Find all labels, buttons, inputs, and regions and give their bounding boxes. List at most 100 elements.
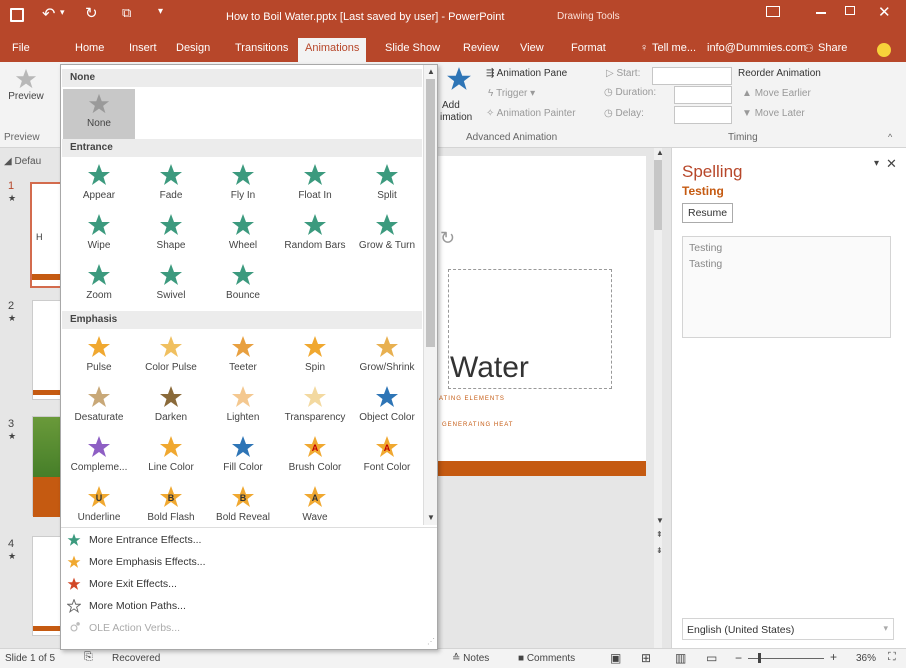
resume-button[interactable]: Resume xyxy=(682,203,734,223)
delay-spinner[interactable] xyxy=(674,106,732,124)
effect-float-in[interactable]: Float In xyxy=(279,159,351,209)
tab-transitions[interactable]: Transitions xyxy=(235,42,288,54)
rotate-handle-icon[interactable]: ↻ xyxy=(440,228,455,249)
effect-bold-flash[interactable]: B Bold Flash xyxy=(135,481,207,531)
undo-icon[interactable]: ↶ xyxy=(42,4,55,24)
effect-wipe[interactable]: Wipe xyxy=(63,209,135,259)
account-name[interactable]: info@Dummies.com xyxy=(707,42,806,54)
move-later-button[interactable]: ▼ Move Later xyxy=(742,108,805,119)
effect-font-color[interactable]: A Font Color xyxy=(351,431,423,481)
gallery-scroll-up-icon[interactable]: ▲ xyxy=(427,67,435,76)
zoom-in-icon[interactable]: + xyxy=(830,650,837,664)
language-select[interactable]: English (United States) ▾ xyxy=(682,618,894,640)
zoom-level[interactable]: 36% xyxy=(856,653,876,664)
resize-grip-icon[interactable]: ⋰ xyxy=(427,637,435,646)
gallery-scroll-thumb[interactable] xyxy=(426,79,435,347)
effect-bounce[interactable]: Bounce xyxy=(207,259,279,309)
zoom-slider[interactable] xyxy=(748,653,824,663)
effect-swivel[interactable]: Swivel xyxy=(135,259,207,309)
slide-thumb-4[interactable] xyxy=(32,536,63,636)
reading-view-icon[interactable]: ▥ xyxy=(675,651,686,665)
effect-teeter[interactable]: Teeter xyxy=(207,331,279,381)
from-beginning-icon[interactable]: ⧉ xyxy=(122,5,131,21)
effect-zoom[interactable]: Zoom xyxy=(63,259,135,309)
zoom-slider-handle[interactable] xyxy=(758,653,761,663)
effect-appear[interactable]: Appear xyxy=(63,159,135,209)
restore-icon[interactable] xyxy=(845,6,855,15)
comments-button[interactable]: ■ Comments xyxy=(518,653,575,664)
gallery-scroll-down-icon[interactable]: ▼ xyxy=(427,513,435,522)
customize-qat-icon[interactable]: ▾ xyxy=(158,6,163,17)
add-animation-button[interactable]: Add imation xyxy=(440,66,474,126)
suggestion-item[interactable]: Testing xyxy=(683,237,890,254)
effect-spin[interactable]: Spin xyxy=(279,331,351,381)
animation-pane-button[interactable]: ⇶ Animation Pane xyxy=(486,68,567,79)
move-earlier-button[interactable]: ▲ Move Earlier xyxy=(742,88,811,99)
effect-fly-in[interactable]: Fly In xyxy=(207,159,279,209)
effect-split[interactable]: Split xyxy=(351,159,423,209)
notes-button[interactable]: ≙ Notes xyxy=(452,653,489,664)
slide-sorter-icon[interactable]: ⊞ xyxy=(641,651,651,665)
duration-spinner[interactable] xyxy=(674,86,732,104)
effect-wave[interactable]: A Wave xyxy=(279,481,351,531)
undo-dropdown-icon[interactable]: ▾ xyxy=(60,7,65,18)
normal-view-icon[interactable]: ▣ xyxy=(610,651,621,665)
effect-compleme[interactable]: Compleme... xyxy=(63,431,135,481)
slide-show-icon[interactable]: ▭ xyxy=(706,651,717,665)
effect-shape[interactable]: Shape xyxy=(135,209,207,259)
tab-slide-show[interactable]: Slide Show xyxy=(385,42,440,54)
effect-grow-turn[interactable]: Grow & Turn xyxy=(351,209,423,259)
pane-options-icon[interactable]: ▾ xyxy=(874,158,879,169)
effect-bold-reveal[interactable]: B Bold Reveal xyxy=(207,481,279,531)
effect-fade[interactable]: Fade xyxy=(135,159,207,209)
next-slide-icon[interactable]: ⇟ xyxy=(656,546,663,555)
effect-desaturate[interactable]: Desaturate xyxy=(63,381,135,431)
collapse-ribbon-icon[interactable]: ^ xyxy=(888,132,892,142)
trigger-button[interactable]: ϟ Trigger ▾ xyxy=(488,88,535,99)
slide-editor[interactable]: ↻ Water EATING ELEMENTS D GENERATING HEA… xyxy=(430,148,664,648)
tab-insert[interactable]: Insert xyxy=(129,42,157,54)
scrollbar-thumb[interactable] xyxy=(654,160,662,230)
effect-lighten[interactable]: Lighten xyxy=(207,381,279,431)
tab-review[interactable]: Review xyxy=(463,42,499,54)
start-select[interactable] xyxy=(652,67,732,85)
effect-color-pulse[interactable]: Color Pulse xyxy=(135,331,207,381)
more-exit-effects[interactable]: More Exit Effects... xyxy=(67,575,427,595)
tell-me-input[interactable]: Tell me... xyxy=(652,42,696,54)
spellcheck-icon[interactable]: ⎘ xyxy=(84,651,93,664)
gallery-scrollbar[interactable]: ▲ ▼ xyxy=(423,65,437,525)
effect-random-bars[interactable]: Random Bars xyxy=(279,209,351,259)
share-icon[interactable]: ⚇ xyxy=(804,42,814,55)
effect-none[interactable]: None xyxy=(63,89,135,139)
smiley-icon[interactable] xyxy=(877,43,891,57)
suggestion-item[interactable]: Tasting xyxy=(683,254,890,270)
effect-object-color[interactable]: Object Color xyxy=(351,381,423,431)
effect-pulse[interactable]: Pulse xyxy=(63,331,135,381)
slide-thumb-1[interactable]: H xyxy=(30,182,62,288)
slide-thumb-2[interactable] xyxy=(32,300,63,400)
effect-underline[interactable]: U Underline xyxy=(63,481,135,531)
suggestions-list[interactable]: Testing Tasting xyxy=(682,236,891,338)
more-motion-paths[interactable]: More Motion Paths... xyxy=(67,597,427,617)
tab-view[interactable]: View xyxy=(520,42,544,54)
vertical-scrollbar[interactable] xyxy=(654,148,662,648)
zoom-out-icon[interactable]: − xyxy=(735,651,742,665)
preview-button[interactable]: Preview xyxy=(4,66,48,128)
fit-to-window-icon[interactable]: ⛶ xyxy=(888,651,896,664)
slide-thumbnails[interactable]: ◢ Defau 1 ★ H 2 ★ 3 ★ 4 ★ xyxy=(0,148,63,648)
animation-painter-button[interactable]: ✧ Animation Painter xyxy=(486,108,576,119)
effect-wheel[interactable]: Wheel xyxy=(207,209,279,259)
slide-canvas[interactable]: ↻ Water EATING ELEMENTS D GENERATING HEA… xyxy=(430,156,646,476)
tab-animations[interactable]: Animations xyxy=(298,38,367,62)
more-entrance-effects[interactable]: More Entrance Effects... xyxy=(67,531,427,551)
slide-thumb-3[interactable] xyxy=(32,416,63,517)
pane-close-icon[interactable]: ✕ xyxy=(886,156,897,172)
effect-grow-shrink[interactable]: Grow/Shrink xyxy=(351,331,423,381)
effect-line-color[interactable]: Line Color xyxy=(135,431,207,481)
effect-transparency[interactable]: Transparency xyxy=(279,381,351,431)
redo-icon[interactable]: ↻ xyxy=(85,4,98,22)
ribbon-display-icon[interactable] xyxy=(766,6,780,17)
share-button[interactable]: Share xyxy=(818,42,847,54)
more-emphasis-effects[interactable]: More Emphasis Effects... xyxy=(67,553,427,573)
close-icon[interactable]: ✕ xyxy=(878,3,891,21)
